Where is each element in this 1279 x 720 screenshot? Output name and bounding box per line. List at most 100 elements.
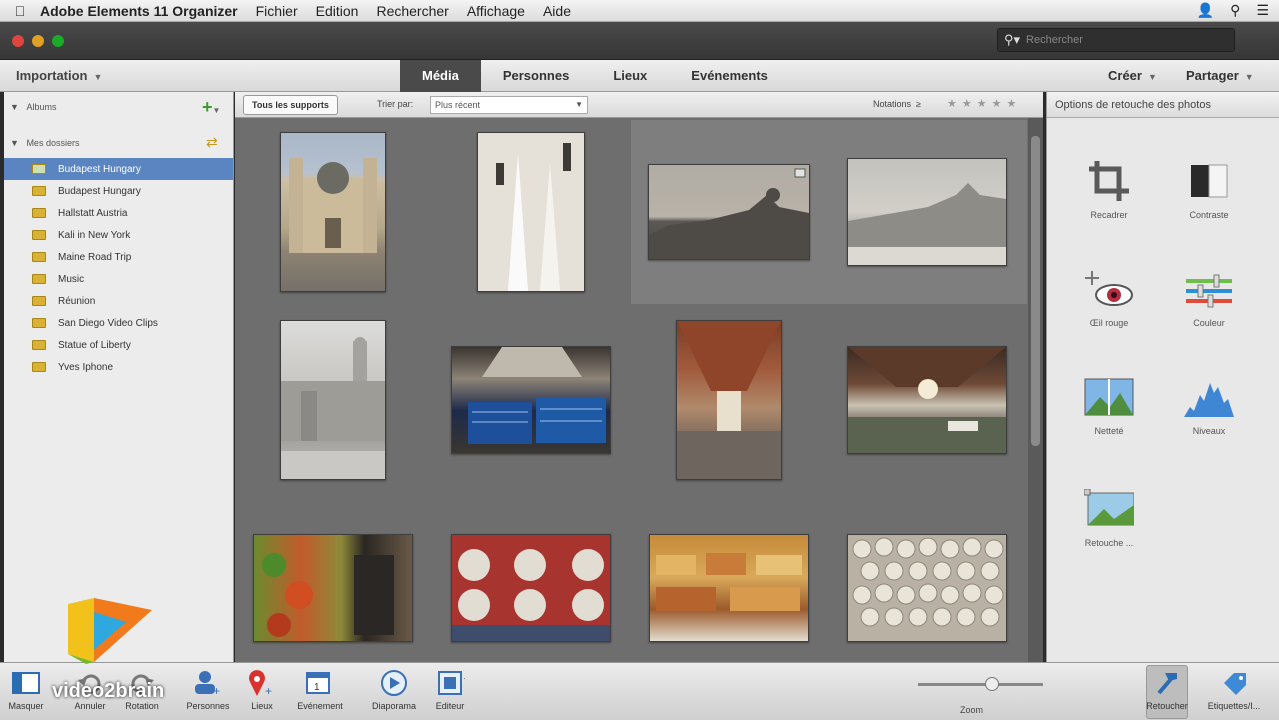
places-button[interactable]: + Lieux (232, 669, 292, 711)
hide-panel-button[interactable]: Masquer (0, 669, 56, 711)
photo-thumbnail[interactable] (451, 346, 611, 454)
tab-events[interactable]: Evénements (669, 60, 790, 92)
watermark-text: video2brain (52, 680, 165, 702)
folder-label: Hallstatt Austria (58, 207, 128, 219)
color-icon (1184, 264, 1234, 314)
menu-edit[interactable]: Edition (316, 3, 359, 19)
menu-file[interactable]: Fichier (256, 3, 298, 19)
media-filter-bar: Tous les supports Trier par: Plus récent… (235, 92, 1043, 118)
folder-item[interactable]: Réunion (4, 290, 233, 312)
app-menu[interactable]: Adobe Elements 11 Organizer (40, 3, 238, 19)
levels-icon (1184, 372, 1234, 422)
photo-thumbnail[interactable] (477, 132, 585, 292)
crop-tool[interactable]: Recadrer (1069, 156, 1149, 220)
tab-media[interactable]: Média (400, 60, 481, 92)
minimize-button[interactable] (32, 35, 44, 47)
folder-item[interactable]: Budapest Hungary (4, 158, 233, 180)
folders-header[interactable]: ▼ Mes dossiers (10, 138, 79, 148)
photo-thumbnail[interactable] (847, 346, 1007, 454)
people-button[interactable]: + Personnes (178, 669, 238, 711)
all-media-button[interactable]: Tous les supports (243, 95, 338, 115)
folder-item[interactable]: Music (4, 268, 233, 290)
folder-icon (32, 252, 46, 262)
folder-icon (32, 274, 46, 284)
photo-thumbnail[interactable] (280, 320, 386, 480)
folder-item[interactable]: Statue of Liberty (4, 334, 233, 356)
folder-item[interactable]: Yves Iphone (4, 356, 233, 378)
user-icon[interactable]: 👤 (1197, 2, 1214, 19)
menubar-extras: 👤 ⚲ ☰ (1197, 2, 1269, 19)
scrollbar-thumb[interactable] (1031, 136, 1040, 446)
folder-item[interactable]: San Diego Video Clips (4, 312, 233, 334)
garlic-photo (852, 537, 1004, 627)
folder-view-icon[interactable]: ⇄ (206, 134, 218, 151)
folder-icon (32, 296, 46, 306)
rating-stars[interactable]: ★★★★★ (947, 97, 1021, 110)
tab-people[interactable]: Personnes (481, 60, 591, 92)
retouch-button[interactable]: Retoucher (1137, 669, 1197, 711)
painted-plates-photo (452, 549, 610, 641)
photo-thumbnail[interactable] (676, 320, 782, 480)
zoom-button[interactable] (52, 35, 64, 47)
import-button[interactable]: Importation ▼ (16, 68, 102, 83)
sort-label: Trier par: (377, 99, 414, 109)
folder-label: Maine Road Trip (58, 251, 132, 263)
menu-help[interactable]: Aide (543, 3, 571, 19)
share-button[interactable]: Partager ▼ (1186, 68, 1254, 83)
spotlight-icon[interactable]: ⚲ (1230, 2, 1240, 19)
zoom-slider[interactable] (918, 677, 1043, 691)
albums-label: Albums (26, 102, 57, 112)
food-counter-photo (656, 553, 802, 611)
color-tool[interactable]: Couleur (1169, 264, 1249, 328)
folder-label: San Diego Video Clips (58, 317, 158, 329)
photo-thumbnail[interactable] (280, 132, 386, 292)
sort-select[interactable]: Plus récent ▼ (430, 96, 588, 114)
menu-bar:  Adobe Elements 11 Organizer Fichier Ed… (0, 0, 1279, 22)
menu-view[interactable]: Affichage (467, 3, 525, 19)
foggy-bridge-photo (281, 337, 385, 479)
folder-item[interactable]: Maine Road Trip (4, 246, 233, 268)
create-button[interactable]: Créer ▼ (1108, 68, 1157, 83)
folder-item[interactable]: Budapest Hungary (4, 180, 233, 202)
folder-icon (32, 362, 46, 372)
search-input[interactable]: ⚲▾ Rechercher (997, 28, 1235, 52)
photo-thumbnail[interactable] (648, 164, 810, 260)
grid-scrollbar[interactable] (1028, 118, 1043, 662)
contrast-tool[interactable]: Contraste (1169, 156, 1249, 220)
editor-button[interactable]: Editeur (420, 669, 480, 711)
menu-search[interactable]: Rechercher (376, 3, 448, 19)
close-button[interactable] (12, 35, 24, 47)
folder-item[interactable]: Hallstatt Austria (4, 202, 233, 224)
retouch-tool[interactable]: Retouche ... (1069, 484, 1149, 548)
photo-thumbnail[interactable] (847, 158, 1007, 266)
photo-thumbnail[interactable] (649, 534, 809, 642)
contrast-icon (1184, 156, 1234, 206)
apple-icon[interactable]:  (0, 3, 40, 19)
event-button[interactable]: 1 Evénement (290, 669, 350, 711)
photo-thumbnail[interactable] (253, 534, 413, 642)
ratings-operator[interactable]: ≥ (916, 99, 921, 109)
crop-icon (1084, 156, 1134, 206)
tab-places[interactable]: Lieux (591, 60, 669, 92)
zoom-slider-thumb[interactable] (985, 677, 999, 691)
sharpen-tool[interactable]: Netteté (1069, 372, 1149, 436)
photo-thumbnail[interactable] (451, 534, 611, 642)
list-icon[interactable]: ☰ (1256, 2, 1269, 19)
folder-icon (32, 164, 46, 174)
tool-label: Contraste (1189, 210, 1229, 220)
chevron-down-icon: ▼ (575, 100, 583, 109)
window-controls (12, 35, 64, 47)
photo-thumbnail[interactable] (847, 534, 1007, 642)
ratings-filter: Notations ≥ (873, 99, 921, 109)
tool-label: Netteté (1094, 426, 1124, 436)
slideshow-button[interactable]: Diaporama (364, 669, 424, 711)
add-album-icon[interactable]: +▼ (202, 97, 220, 118)
svg-text:+: + (213, 684, 220, 696)
station-board-photo (468, 347, 606, 444)
red-eye-tool[interactable]: Œil rouge (1069, 264, 1149, 328)
folder-item[interactable]: Kali in New York (4, 224, 233, 246)
button-label: Retoucher (1146, 701, 1188, 711)
tags-button[interactable]: Etiquettes/I... (1204, 669, 1264, 711)
levels-tool[interactable]: Niveaux (1169, 372, 1249, 436)
albums-header[interactable]: ▼ Albums (10, 102, 56, 112)
